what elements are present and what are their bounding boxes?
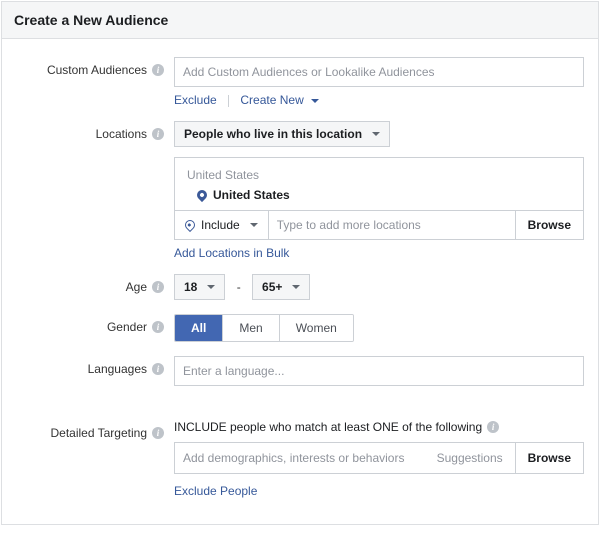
row-detailed-targeting: Detailed Targeting i INCLUDE people who … [16, 420, 584, 498]
gender-button-group: All Men Women [174, 314, 354, 342]
locations-body: United States United States [175, 158, 583, 210]
age-max-value: 65+ [262, 280, 282, 294]
label-custom-audiences: Custom Audiences i [16, 57, 174, 77]
detailed-targeting-input[interactable] [175, 443, 425, 473]
languages-input[interactable] [174, 356, 584, 386]
info-icon[interactable]: i [152, 64, 164, 76]
location-item[interactable]: United States [197, 188, 571, 202]
audience-panel: Create a New Audience Custom Audiences i… [1, 1, 599, 525]
age-max-dropdown[interactable]: 65+ [252, 274, 310, 300]
exclude-people-row: Exclude People [174, 484, 584, 498]
row-gender: Gender i All Men Women [16, 314, 584, 342]
pin-icon [195, 188, 209, 202]
create-new-link[interactable]: Create New [240, 93, 319, 107]
browse-locations-button[interactable]: Browse [515, 211, 583, 239]
label-languages: Languages i [16, 356, 174, 376]
row-age: Age i 18 - 65+ [16, 274, 584, 300]
age-min-dropdown[interactable]: 18 [174, 274, 225, 300]
info-icon[interactable]: i [152, 281, 164, 293]
chevron-down-icon [372, 132, 380, 136]
gender-women-button[interactable]: Women [280, 315, 353, 341]
add-locations-bulk-link[interactable]: Add Locations in Bulk [174, 246, 289, 260]
locations-box: United States United States Include [174, 157, 584, 240]
chevron-down-icon [250, 223, 258, 227]
detailed-targeting-label-text: Detailed Targeting [50, 426, 147, 440]
panel-body: Custom Audiences i Exclude Create New Lo… [2, 39, 598, 524]
panel-title: Create a New Audience [2, 2, 598, 39]
custom-audiences-input[interactable] [174, 57, 584, 87]
info-icon[interactable]: i [152, 321, 164, 333]
age-label-text: Age [126, 280, 147, 294]
row-locations: Locations i People who live in this loca… [16, 121, 584, 260]
gender-label-text: Gender [107, 320, 147, 334]
chevron-down-icon [292, 285, 300, 289]
custom-audiences-links: Exclude Create New [174, 93, 584, 107]
pin-outline-icon [183, 218, 197, 232]
info-icon[interactable]: i [487, 421, 499, 433]
age-dash: - [237, 280, 241, 294]
include-label: Include [201, 218, 240, 232]
locations-footer: Include Browse [175, 210, 583, 239]
location-search-input[interactable] [269, 211, 515, 239]
suggestions-button[interactable]: Suggestions [425, 443, 515, 473]
age-min-value: 18 [184, 280, 197, 294]
info-icon[interactable]: i [152, 128, 164, 140]
chevron-down-icon [311, 99, 319, 103]
include-heading: INCLUDE people who match at least ONE of… [174, 420, 584, 434]
include-heading-text: INCLUDE people who match at least ONE of… [174, 420, 482, 434]
field-custom-audiences: Exclude Create New [174, 57, 584, 107]
gender-men-button[interactable]: Men [223, 315, 279, 341]
field-locations: People who live in this location United … [174, 121, 584, 260]
info-icon[interactable]: i [152, 427, 164, 439]
label-gender: Gender i [16, 314, 174, 334]
browse-targeting-button[interactable]: Browse [515, 443, 583, 473]
divider [228, 95, 229, 107]
locations-label-text: Locations [96, 127, 147, 141]
location-group-label: United States [187, 168, 571, 182]
exclude-people-link[interactable]: Exclude People [174, 484, 257, 498]
bulk-link-row: Add Locations in Bulk [174, 246, 584, 260]
field-age: 18 - 65+ [174, 274, 584, 300]
gender-all-button[interactable]: All [175, 315, 223, 341]
field-detailed-targeting: INCLUDE people who match at least ONE of… [174, 420, 584, 498]
field-gender: All Men Women [174, 314, 584, 342]
label-age: Age i [16, 274, 174, 294]
create-new-text: Create New [240, 93, 303, 107]
label-locations: Locations i [16, 121, 174, 141]
location-type-value: People who live in this location [184, 127, 362, 141]
info-icon[interactable]: i [152, 363, 164, 375]
section-gap [16, 400, 584, 420]
label-detailed-targeting: Detailed Targeting i [16, 420, 174, 440]
languages-label-text: Languages [88, 362, 147, 376]
exclude-link[interactable]: Exclude [174, 93, 217, 107]
location-item-text: United States [213, 188, 290, 202]
custom-audiences-label-text: Custom Audiences [47, 63, 147, 77]
include-dropdown[interactable]: Include [175, 211, 269, 239]
detailed-targeting-box: Suggestions Browse [174, 442, 584, 474]
field-languages [174, 356, 584, 386]
location-type-dropdown[interactable]: People who live in this location [174, 121, 390, 147]
row-custom-audiences: Custom Audiences i Exclude Create New [16, 57, 584, 107]
chevron-down-icon [207, 285, 215, 289]
row-languages: Languages i [16, 356, 584, 386]
